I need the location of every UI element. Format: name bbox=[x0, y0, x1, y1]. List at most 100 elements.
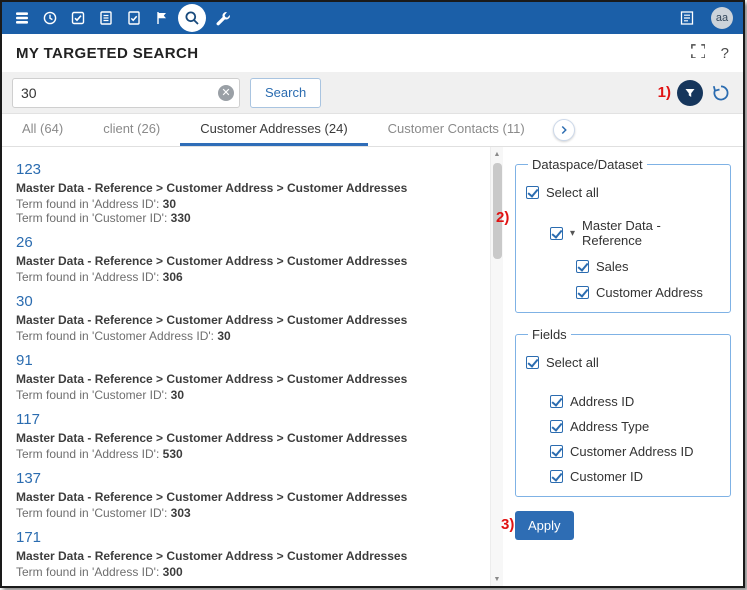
tree-root-checkbox[interactable] bbox=[550, 227, 563, 240]
annotation-2: 2) bbox=[496, 209, 509, 226]
search-result: 26 Master Data - Reference > Customer Ad… bbox=[16, 234, 482, 284]
result-record-link[interactable]: 26 bbox=[16, 234, 33, 252]
term-value: 30 bbox=[171, 388, 184, 402]
sales-label: Sales bbox=[596, 259, 629, 274]
result-record-link[interactable]: 171 bbox=[16, 529, 41, 547]
tab-customer-addresses[interactable]: Customer Addresses (24) bbox=[180, 114, 367, 146]
views-icon[interactable] bbox=[92, 4, 120, 32]
tools-icon[interactable] bbox=[148, 4, 176, 32]
content-area: 123 Master Data - Reference > Customer A… bbox=[2, 147, 743, 586]
result-record-link[interactable]: 123 bbox=[16, 161, 41, 179]
result-term: Term found in 'Address ID': 530 bbox=[16, 447, 482, 461]
annotation-3: 3) bbox=[501, 516, 514, 533]
chevron-down-icon[interactable]: ▾ bbox=[570, 227, 575, 240]
select-all-dataspace-row: Select all bbox=[526, 185, 720, 200]
avatar[interactable]: aa bbox=[711, 7, 733, 29]
tree-child-row: Sales bbox=[576, 259, 720, 274]
search-input-wrap: ✕ bbox=[12, 78, 240, 108]
search-icon[interactable] bbox=[178, 4, 206, 32]
term-label: Term found in 'Address ID': bbox=[16, 447, 163, 461]
filter-icon[interactable] bbox=[677, 80, 703, 106]
result-term: Term found in 'Customer ID': 330 bbox=[16, 211, 482, 225]
report-icon[interactable] bbox=[673, 4, 701, 32]
field-row: Address Type bbox=[550, 419, 720, 434]
apply-row: 3) Apply bbox=[515, 511, 731, 540]
term-value: 303 bbox=[171, 506, 191, 520]
term-value: 306 bbox=[163, 270, 183, 284]
toolbar-right-group: 1) bbox=[658, 80, 733, 106]
select-all-dataspace-label: Select all bbox=[546, 185, 599, 200]
tree-child-row: Customer Address bbox=[576, 285, 720, 300]
result-path: Master Data - Reference > Customer Addre… bbox=[16, 490, 482, 504]
fullscreen-icon[interactable] bbox=[690, 43, 705, 63]
search-input[interactable] bbox=[12, 78, 240, 108]
tab-customer-contacts[interactable]: Customer Contacts (11) bbox=[368, 114, 545, 146]
result-term: Term found in 'Customer ID': 30 bbox=[16, 388, 482, 402]
search-button[interactable]: Search bbox=[250, 78, 321, 108]
datasets-icon[interactable] bbox=[8, 4, 36, 32]
tasks-icon[interactable] bbox=[64, 4, 92, 32]
result-term: Term found in 'Customer Address ID': 30 bbox=[16, 329, 482, 343]
app-window: aa MY TARGETED SEARCH ? ✕ Search 1) bbox=[0, 0, 745, 588]
search-result: 117 Master Data - Reference > Customer A… bbox=[16, 411, 482, 461]
address-id-checkbox[interactable] bbox=[550, 395, 563, 408]
result-path: Master Data - Reference > Customer Addre… bbox=[16, 254, 482, 268]
address-type-checkbox[interactable] bbox=[550, 420, 563, 433]
result-path: Master Data - Reference > Customer Addre… bbox=[16, 181, 482, 195]
clear-search-icon[interactable]: ✕ bbox=[218, 85, 234, 101]
page-header: MY TARGETED SEARCH ? bbox=[2, 34, 743, 72]
result-path: Master Data - Reference > Customer Addre… bbox=[16, 372, 482, 386]
reset-icon[interactable] bbox=[709, 81, 733, 105]
search-result: 91 Master Data - Reference > Customer Ad… bbox=[16, 352, 482, 402]
sales-checkbox[interactable] bbox=[576, 260, 589, 273]
workflow-icon[interactable] bbox=[120, 4, 148, 32]
wrench-icon[interactable] bbox=[208, 4, 236, 32]
result-record-link[interactable]: 91 bbox=[16, 352, 33, 370]
fields-fieldset: Fields Select all Address ID Address Typ… bbox=[515, 327, 731, 497]
result-record-link[interactable]: 30 bbox=[16, 293, 33, 311]
help-icon[interactable]: ? bbox=[721, 45, 729, 62]
search-toolbar: ✕ Search 1) bbox=[2, 72, 743, 114]
customer-address-label: Customer Address bbox=[596, 285, 703, 300]
filter-panel: 2) Dataspace/Dataset Select all ▾ Master… bbox=[503, 147, 743, 586]
select-all-fields-row: Select all bbox=[526, 355, 720, 370]
term-label: Term found in 'Address ID': bbox=[16, 565, 163, 579]
dataspace-fieldset: Dataspace/Dataset Select all ▾ Master Da… bbox=[515, 157, 731, 313]
tabs-scroll-right-icon[interactable] bbox=[553, 119, 575, 141]
term-label: Term found in 'Customer ID': bbox=[16, 388, 171, 402]
customer-id-label: Customer ID bbox=[570, 469, 643, 484]
apply-button[interactable]: Apply bbox=[515, 511, 574, 540]
results-list: 123 Master Data - Reference > Customer A… bbox=[2, 147, 490, 586]
scroll-down-icon[interactable]: ▼ bbox=[491, 572, 504, 586]
select-all-fields-checkbox[interactable] bbox=[526, 356, 539, 369]
search-result: 123 Master Data - Reference > Customer A… bbox=[16, 161, 482, 225]
term-value: 530 bbox=[163, 447, 183, 461]
result-record-link[interactable]: 137 bbox=[16, 470, 41, 488]
result-term: Term found in 'Address ID': 30 bbox=[16, 197, 482, 211]
search-result: 30 Master Data - Reference > Customer Ad… bbox=[16, 293, 482, 343]
customer-address-id-checkbox[interactable] bbox=[550, 445, 563, 458]
field-row: Customer Address ID bbox=[550, 444, 720, 459]
address-id-label: Address ID bbox=[570, 394, 634, 409]
tab-client[interactable]: client (26) bbox=[83, 114, 180, 146]
customer-address-checkbox[interactable] bbox=[576, 286, 589, 299]
select-all-fields-label: Select all bbox=[546, 355, 599, 370]
term-value: 330 bbox=[171, 211, 191, 225]
term-label: Term found in 'Customer ID': bbox=[16, 211, 171, 225]
address-type-label: Address Type bbox=[570, 419, 649, 434]
scroll-up-icon[interactable]: ▲ bbox=[491, 147, 504, 161]
tab-all[interactable]: All (64) bbox=[2, 114, 83, 146]
result-record-link[interactable]: 117 bbox=[16, 411, 40, 429]
search-result: 137 Master Data - Reference > Customer A… bbox=[16, 470, 482, 520]
result-path: Master Data - Reference > Customer Addre… bbox=[16, 431, 482, 445]
customer-id-checkbox[interactable] bbox=[550, 470, 563, 483]
result-term: Term found in 'Address ID': 306 bbox=[16, 270, 482, 284]
select-all-dataspace-checkbox[interactable] bbox=[526, 186, 539, 199]
field-row: Customer ID bbox=[550, 469, 720, 484]
customer-address-id-label: Customer Address ID bbox=[570, 444, 694, 459]
page-title: MY TARGETED SEARCH bbox=[16, 45, 199, 62]
fields-legend: Fields bbox=[528, 327, 571, 342]
history-icon[interactable] bbox=[36, 4, 64, 32]
term-value: 30 bbox=[217, 329, 230, 343]
term-label: Term found in 'Address ID': bbox=[16, 270, 163, 284]
